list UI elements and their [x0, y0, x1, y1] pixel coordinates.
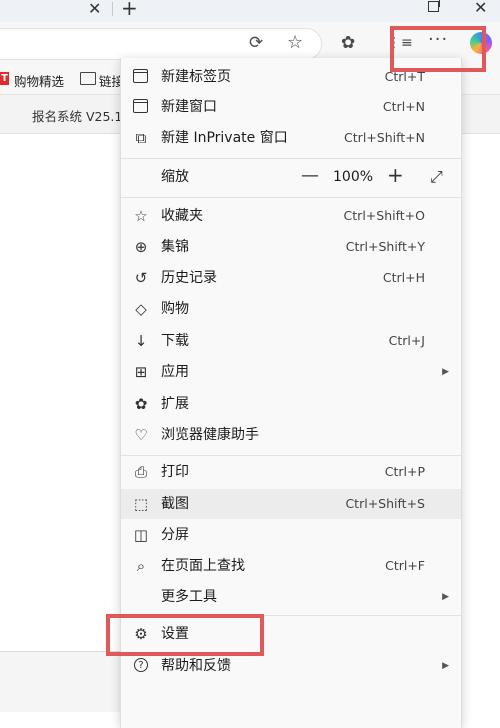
- refresh-icon[interactable]: ⟳: [249, 33, 263, 53]
- menu-item-label: 集锦: [161, 239, 189, 255]
- tab-close-icon[interactable]: ✕: [88, 0, 101, 18]
- favorites-item-shopping[interactable]: 购物精选: [14, 71, 64, 90]
- menu-item-favorites[interactable]: ☆ 收藏夹 Ctrl+Shift+O: [121, 201, 461, 231]
- menu-item-shortcut: Ctrl+N: [382, 99, 425, 114]
- menu-item-downloads[interactable]: ↓ 下载 Ctrl+J: [121, 326, 461, 356]
- puzzle-icon: ✿: [134, 395, 148, 413]
- menu-item-label: 下载: [161, 333, 189, 349]
- menu-item-shortcut: Ctrl+Shift+S: [345, 496, 425, 511]
- menu-item-shortcut: Ctrl+F: [385, 558, 425, 573]
- menu-separator: [121, 455, 461, 456]
- menu-item-label: 浏览器健康助手: [161, 427, 259, 443]
- shopping-site-icon: T: [0, 72, 9, 85]
- new-window-icon: [133, 99, 148, 113]
- menu-separator: [121, 158, 461, 159]
- download-arrow-icon: ↓: [134, 332, 148, 350]
- zoom-level: 100%: [333, 169, 374, 185]
- menu-item-shopping[interactable]: ◇ 购物: [121, 294, 461, 324]
- highlight-more-button: [390, 26, 486, 72]
- new-tab-icon: [133, 69, 148, 83]
- menu-item-more-tools[interactable]: 更多工具 ▶: [121, 582, 461, 612]
- page-footer-area: [0, 652, 120, 712]
- menu-item-label: 应用: [161, 364, 189, 380]
- find-search-icon: ⌕: [136, 557, 146, 575]
- printer-icon: ⎙: [134, 463, 147, 481]
- history-clock-icon: ↺: [134, 269, 148, 287]
- tab-strip: [0, 0, 500, 22]
- chevron-right-icon: ▶: [442, 661, 449, 671]
- fullscreen-icon[interactable]: ⤢: [430, 167, 443, 187]
- menu-item-shortcut: Ctrl+J: [388, 333, 425, 348]
- menu-item-label: 缩放: [161, 169, 189, 185]
- menu-item-new-inprivate-window[interactable]: ⧉ 新建 InPrivate 窗口 Ctrl+Shift+N: [121, 123, 461, 153]
- zoom-out-minus-icon[interactable]: —: [301, 165, 319, 187]
- puzzle-icon[interactable]: ✿: [341, 33, 355, 53]
- menu-item-apps[interactable]: ⊞ 应用 ▶: [121, 357, 461, 387]
- menu-item-label: 分屏: [161, 527, 189, 543]
- menu-item-screenshot[interactable]: ⬚ 截图 Ctrl+Shift+S: [121, 489, 461, 519]
- split-screen-icon: ◫: [133, 526, 149, 544]
- menu-separator: [121, 197, 461, 198]
- menu-item-label: 在页面上查找: [161, 558, 245, 574]
- menu-item-label: 更多工具: [161, 589, 217, 605]
- menu-item-label: 新建标签页: [161, 69, 231, 85]
- page-title: 报名系统 V25.1.1: [32, 109, 135, 124]
- menu-item-print[interactable]: ⎙ 打印 Ctrl+P: [121, 457, 461, 487]
- zoom-in-plus-icon[interactable]: +: [387, 164, 404, 186]
- menu-item-find-on-page[interactable]: ⌕ 在页面上查找 Ctrl+F: [121, 551, 461, 581]
- menu-item-label: 历史记录: [161, 270, 217, 286]
- chevron-right-icon: ▶: [442, 367, 449, 377]
- star-icon[interactable]: ☆: [287, 33, 303, 53]
- menu-item-shortcut: Ctrl+H: [382, 270, 425, 285]
- menu-item-zoom: 缩放 — 100% + ⤢: [121, 162, 461, 192]
- inprivate-icon: ⧉: [135, 129, 147, 147]
- menu-item-label: 新建 InPrivate 窗口: [161, 130, 288, 146]
- menu-item-label: 打印: [161, 464, 189, 480]
- folder-icon: [80, 72, 96, 85]
- shopping-tag-icon: ◇: [135, 300, 147, 318]
- menu-item-shortcut: Ctrl+Shift+O: [343, 208, 425, 223]
- menu-item-label: 购物: [161, 301, 189, 317]
- window-restore-icon[interactable]: [428, 0, 440, 12]
- menu-item-history[interactable]: ↺ 历史记录 Ctrl+H: [121, 263, 461, 293]
- menu-item-label: 截图: [161, 496, 189, 512]
- menu-item-extensions[interactable]: ✿ 扩展: [121, 389, 461, 419]
- address-bar[interactable]: [0, 28, 322, 60]
- menu-item-new-window[interactable]: 新建窗口 Ctrl+N: [121, 92, 461, 122]
- heart-pulse-icon: ♡: [134, 426, 148, 444]
- help-question-mark-icon: ?: [138, 660, 144, 671]
- chevron-right-icon: ▶: [442, 592, 449, 602]
- new-tab-plus-icon[interactable]: +: [121, 0, 138, 18]
- menu-item-browser-health[interactable]: ♡ 浏览器健康助手: [121, 420, 461, 450]
- menu-item-label: 扩展: [161, 396, 189, 412]
- screenshot-crop-icon: ⬚: [133, 495, 149, 513]
- highlight-settings-item: [106, 614, 264, 656]
- menu-item-shortcut: Ctrl+Shift+Y: [345, 239, 425, 254]
- window-close-icon[interactable]: ✕: [474, 0, 487, 17]
- menu-item-label: 收藏夹: [161, 208, 203, 224]
- tab-separator: [112, 2, 113, 16]
- collections-icon: ⊕: [134, 238, 148, 256]
- menu-item-label: 新建窗口: [161, 99, 217, 115]
- favorites-star-icon: ☆: [134, 207, 148, 225]
- menu-item-shortcut: Ctrl+P: [384, 464, 425, 479]
- menu-item-shortcut: Ctrl+Shift+N: [344, 130, 425, 145]
- menu-item-label: 帮助和反馈: [161, 658, 231, 674]
- apps-grid-icon: ⊞: [134, 363, 148, 381]
- menu-item-split-screen[interactable]: ◫ 分屏: [121, 520, 461, 550]
- menu-item-collections[interactable]: ⊕ 集锦 Ctrl+Shift+Y: [121, 232, 461, 262]
